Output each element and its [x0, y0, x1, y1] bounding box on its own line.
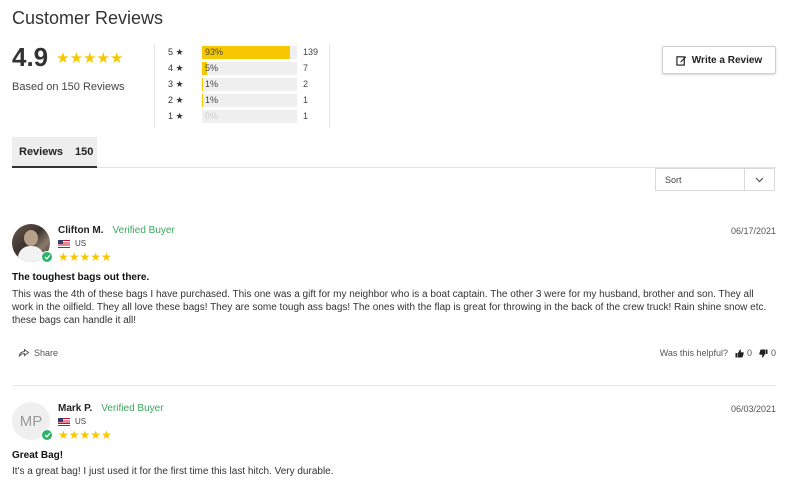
review-item: Clifton M. Verified Buyer US ★★★★★ 06/17… — [12, 224, 776, 386]
reviewer-header: Clifton M. Verified Buyer — [58, 225, 175, 236]
histogram-count: 1 — [303, 111, 309, 121]
helpful-label: Was this helpful? — [659, 348, 728, 358]
histogram-count: 139 — [303, 47, 319, 57]
histogram-label: 1 ★ — [168, 110, 184, 121]
histogram-label: 4 ★ — [168, 62, 184, 73]
upvote-count: 0 — [746, 348, 752, 358]
histogram-count: 2 — [303, 79, 309, 89]
review-body: This was the 4th of these bags I have pu… — [12, 289, 767, 326]
reviewer-country: US — [58, 417, 86, 426]
verified-check-icon — [41, 429, 53, 441]
histogram-fill — [202, 77, 203, 91]
histogram-row-5[interactable]: 5 ★ 93% 139 — [168, 44, 329, 60]
histogram-bar: 1% — [202, 77, 297, 91]
histogram-bar: 0% — [202, 109, 297, 123]
rating-histogram: 5 ★ 93% 139 4 ★ 5% 7 3 ★ 1% 2 2 ★ 1% 1 1… — [154, 44, 330, 128]
review-stars: ★★★★★ — [58, 250, 112, 264]
us-flag-icon — [58, 239, 70, 248]
histogram-percent: 93% — [205, 46, 224, 57]
chevron-down-icon — [755, 177, 764, 182]
review-title: The toughest bags out there. — [12, 272, 150, 283]
upvote-button[interactable]: 0 — [735, 348, 752, 358]
share-label: Share — [34, 348, 59, 358]
histogram-bar: 5% — [202, 61, 297, 75]
average-rating: 4.9 — [12, 42, 49, 72]
country-code: US — [75, 239, 87, 248]
review-count-text: Based on 150 Reviews — [12, 81, 125, 93]
review-date: 06/03/2021 — [730, 404, 776, 414]
edit-icon — [676, 55, 687, 66]
sort-select[interactable]: Sort — [655, 168, 775, 191]
histogram-label: 3 ★ — [168, 78, 184, 89]
review-date: 06/17/2021 — [730, 226, 776, 236]
page-title: Customer Reviews — [12, 8, 164, 28]
histogram-label: 5 ★ — [168, 46, 184, 57]
downvote-count: 0 — [770, 348, 776, 358]
thumbs-down-icon — [759, 349, 768, 357]
histogram-fill — [202, 93, 203, 107]
us-flag-icon — [58, 417, 70, 426]
histogram-row-4[interactable]: 4 ★ 5% 7 — [168, 60, 329, 76]
helpful-votes: Was this helpful? 0 0 — [660, 348, 776, 358]
review-body: It's a great bag! I just used it for the… — [12, 466, 334, 477]
write-review-label: Write a Review — [691, 54, 763, 66]
reviewer-name: Clifton M. — [58, 225, 104, 236]
average-stars: ★★★★★ — [56, 49, 124, 67]
verified-badge: Verified Buyer — [101, 403, 164, 414]
histogram-row-1[interactable]: 1 ★ 0% 1 — [168, 108, 329, 124]
tab-reviews[interactable]: Reviews 150 — [12, 137, 97, 168]
histogram-label: 2 ★ — [168, 94, 184, 105]
review-tabs: Reviews 150 — [12, 137, 776, 168]
share-icon — [18, 348, 29, 357]
avatar: MP — [12, 402, 53, 441]
histogram-count: 1 — [303, 95, 309, 105]
score-row: 4.9 ★★★★★ — [12, 42, 152, 73]
review-stars: ★★★★★ — [58, 428, 112, 442]
histogram-percent: 5% — [205, 62, 219, 73]
histogram-bar: 1% — [202, 93, 297, 107]
rating-summary: 4.9 ★★★★★ Based on 150 Reviews — [12, 42, 152, 93]
histogram-percent: 1% — [205, 94, 219, 105]
histogram-row-2[interactable]: 2 ★ 1% 1 — [168, 92, 329, 108]
histogram-row-3[interactable]: 3 ★ 1% 2 — [168, 76, 329, 92]
downvote-button[interactable]: 0 — [759, 348, 776, 358]
tab-count: 150 — [75, 145, 94, 158]
histogram-percent: 1% — [205, 78, 219, 89]
write-review-button[interactable]: Write a Review — [662, 46, 776, 74]
histogram-bar: 93% — [202, 45, 297, 59]
histogram-percent: 0% — [205, 110, 219, 121]
reviewer-header: Mark P. Verified Buyer — [58, 403, 164, 414]
verified-badge: Verified Buyer — [112, 225, 175, 236]
reviewer-name: Mark P. — [58, 403, 93, 414]
sort-label: Sort — [665, 174, 682, 185]
thumbs-up-icon — [735, 349, 744, 357]
avatar — [12, 224, 53, 263]
histogram-count: 7 — [303, 63, 309, 73]
sort-toggle[interactable] — [744, 169, 774, 190]
verified-check-icon — [41, 251, 53, 263]
review-title: Great Bag! — [12, 450, 64, 461]
share-button[interactable]: Share — [18, 348, 58, 358]
country-code: US — [75, 417, 87, 426]
tab-label: Reviews — [19, 145, 64, 158]
reviewer-country: US — [58, 239, 86, 248]
